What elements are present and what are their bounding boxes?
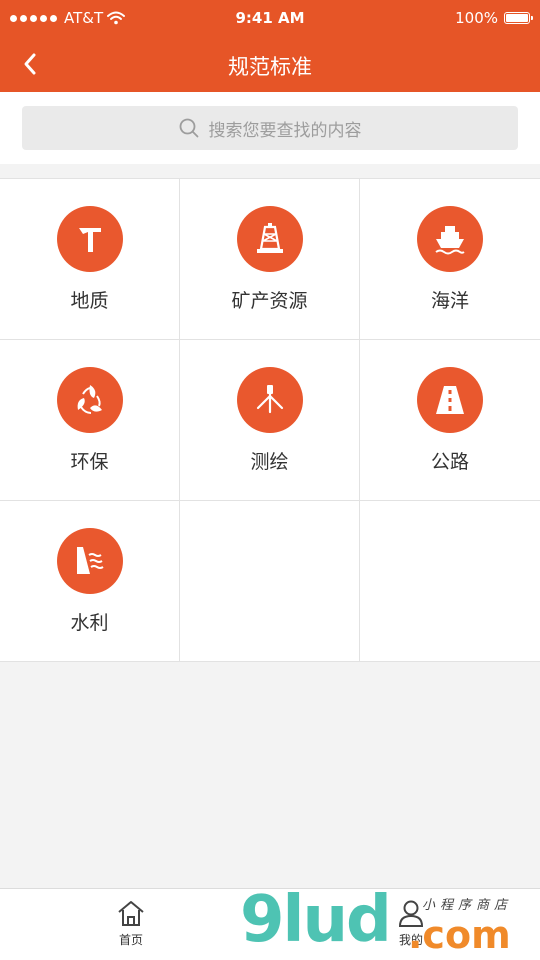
- category-label: 矿产资源: [231, 290, 308, 312]
- category-icon-circle: [236, 206, 303, 272]
- category-icon-circle: [417, 206, 483, 272]
- battery-percent: 100%: [455, 9, 498, 27]
- category-icon-circle: [56, 367, 123, 433]
- recycle-leaf-icon: [77, 385, 102, 414]
- nav-bar: 规范标准: [0, 36, 540, 92]
- category-label: 海洋: [430, 290, 469, 312]
- status-right: 100%: [455, 9, 533, 27]
- tab-label: 我的: [398, 933, 423, 947]
- category-icon-circle: [56, 206, 123, 272]
- empty-cell: [360, 501, 540, 662]
- tab-mine[interactable]: 我的: [371, 899, 451, 948]
- empty-cell: [180, 501, 360, 662]
- category-icon-circle: [236, 367, 303, 433]
- road-icon: [436, 386, 464, 414]
- user-icon: [398, 900, 424, 927]
- ship-icon: [435, 226, 465, 255]
- category-surveying[interactable]: 测绘: [180, 340, 360, 501]
- tab-label: 首页: [118, 933, 143, 947]
- home-icon: [118, 901, 144, 926]
- category-label: 地质: [70, 290, 109, 312]
- category-mineral-resources[interactable]: 矿产资源: [180, 179, 360, 340]
- category-label: 公路: [430, 451, 469, 473]
- category-ocean[interactable]: 海洋: [360, 179, 540, 340]
- category-geology[interactable]: 地质: [0, 179, 180, 340]
- category-water-conservancy[interactable]: 水利: [0, 501, 180, 662]
- category-icon-circle: [56, 528, 123, 594]
- page-title: 规范标准: [228, 55, 312, 79]
- search-section: 搜索您要查找的内容: [0, 92, 540, 164]
- category-label: 测绘: [250, 451, 289, 473]
- search-placeholder: 搜索您要查找的内容: [208, 120, 362, 141]
- tripod-icon: [256, 385, 283, 414]
- dam-icon: [76, 547, 104, 574]
- tab-bar: 首页 我的: [0, 888, 540, 960]
- tab-home[interactable]: 首页: [91, 899, 171, 948]
- battery-icon: [504, 12, 533, 24]
- category-label: 环保: [70, 451, 109, 473]
- oil-rig-icon: [256, 223, 283, 253]
- status-bar: AT&T 9:41 AM 100%: [0, 0, 540, 36]
- search-input[interactable]: 搜索您要查找的内容: [22, 106, 518, 150]
- category-grid: 地质 矿产资源 海洋 环保 测绘 公路 水利: [0, 178, 540, 662]
- category-environment[interactable]: 环保: [0, 340, 180, 501]
- category-highway[interactable]: 公路: [360, 340, 540, 501]
- hammer-icon: [78, 228, 101, 252]
- category-icon-circle: [417, 367, 483, 433]
- category-label: 水利: [70, 612, 109, 634]
- search-icon: [179, 118, 198, 138]
